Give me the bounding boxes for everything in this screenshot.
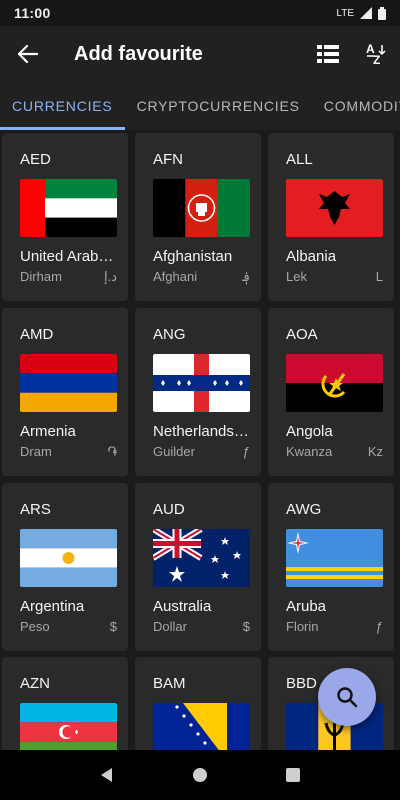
currency-code: ALL (286, 151, 313, 168)
flag-afghanistan (153, 179, 250, 237)
flag-argentina (20, 529, 117, 587)
flag-aruba (286, 529, 383, 587)
currency-name: Dram (20, 444, 52, 459)
currency-symbol: $ (242, 619, 250, 634)
flag-armenia (20, 354, 117, 412)
status-bar: 11:00 LTE (0, 0, 400, 26)
country-name: Afghanistan (153, 248, 233, 265)
battery-icon (378, 6, 386, 20)
currency-grid: AED United Arab Emirates Dirham د.إ AFN (0, 130, 400, 750)
currency-name: Dirham (20, 269, 62, 284)
currency-symbol: ؋ (242, 269, 250, 284)
currency-card-ars[interactable]: ARS Argentina Peso $ (2, 483, 128, 651)
page-title: Add favourite (74, 42, 203, 65)
currency-card-azn[interactable]: AZN (2, 657, 128, 750)
list-view-icon (317, 45, 339, 63)
country-name: Argentina (20, 598, 85, 615)
currency-card-all[interactable]: ALL Albania Lek L (268, 133, 394, 301)
currency-name: Guilder (153, 444, 195, 459)
currency-code: BAM (153, 675, 186, 692)
flag-angola (286, 354, 383, 412)
currency-name: Kwanza (286, 444, 333, 459)
signal-icon (360, 7, 372, 19)
tab-bar: CURRENCIES CRYPTOCURRENCIES COMMODITIES (0, 82, 400, 130)
currency-code: AOA (286, 326, 318, 343)
country-name: Aruba (286, 598, 327, 615)
status-time: 11:00 (14, 5, 51, 21)
currency-name: Afghani (153, 269, 198, 284)
currency-code: AUD (153, 501, 185, 518)
nav-recents-icon[interactable] (285, 767, 301, 783)
nav-home-icon[interactable] (192, 767, 208, 783)
search-button[interactable] (318, 668, 376, 726)
currency-card-amd[interactable]: AMD Armenia Dram ֏ (2, 308, 128, 476)
country-name: Netherlands Antilles (153, 423, 250, 440)
sort-button[interactable]: A Z (352, 26, 400, 82)
currency-name: Dollar (153, 619, 187, 634)
flag-netherlands-antilles (153, 354, 250, 412)
currency-card-awg[interactable]: AWG Aruba Florin ƒ (268, 483, 394, 651)
flag-azerbaijan (20, 703, 117, 750)
currency-card-afn[interactable]: AFN Afghanistan Afghani ؋ (135, 133, 261, 301)
currency-name: Lek (286, 269, 307, 284)
currency-code: AED (20, 151, 51, 168)
search-icon (337, 687, 358, 708)
currency-code: AMD (20, 326, 54, 343)
currency-symbol: $ (109, 619, 117, 634)
currency-symbol: L (375, 269, 383, 284)
currency-card-aoa[interactable]: AOA Angola Kwanza Kz (268, 308, 394, 476)
flag-bosnia (153, 703, 250, 750)
flag-australia (153, 529, 250, 587)
sort-az-icon: A Z (366, 42, 386, 66)
currency-code: ANG (153, 326, 186, 343)
currency-name: Peso (20, 619, 50, 634)
currency-code: AWG (286, 501, 322, 518)
currency-card-ang[interactable]: ANG Netherlands Antilles Guilder ƒ (135, 308, 261, 476)
country-name: Albania (286, 248, 337, 265)
currency-symbol: د.إ (103, 269, 117, 284)
currency-symbol: Kz (367, 444, 383, 459)
flag-albania (286, 179, 383, 237)
network-label: LTE (336, 7, 354, 19)
app-bar: Add favourite A Z (0, 26, 400, 82)
currency-card-aud[interactable]: AUD Australia Dollar $ (135, 483, 261, 651)
arrow-back-icon (18, 45, 38, 63)
currency-symbol: ƒ (242, 444, 250, 459)
currency-card-aed[interactable]: AED United Arab Emirates Dirham د.إ (2, 133, 128, 301)
country-name: Australia (153, 598, 212, 615)
nav-back-icon[interactable] (99, 767, 115, 783)
country-name: Armenia (20, 423, 76, 440)
tab-cryptocurrencies[interactable]: CRYPTOCURRENCIES (125, 82, 312, 130)
back-button[interactable] (0, 26, 56, 82)
currency-symbol: ƒ (375, 619, 383, 634)
tab-currencies[interactable]: CURRENCIES (0, 82, 125, 130)
country-name: United Arab Emirates (20, 248, 117, 265)
system-nav-bar (0, 750, 400, 800)
svg-text:Z: Z (373, 53, 380, 66)
flag-uae (20, 179, 117, 237)
currency-card-bam[interactable]: BAM (135, 657, 261, 750)
currency-code: AFN (153, 151, 183, 168)
currency-code: ARS (20, 501, 51, 518)
tab-commodities[interactable]: COMMODITIES (312, 82, 400, 130)
currency-name: Florin (286, 619, 319, 634)
currency-code: AZN (20, 675, 50, 692)
status-icons: LTE (336, 6, 386, 20)
country-name: Angola (286, 423, 333, 440)
view-toggle-button[interactable] (304, 26, 352, 82)
currency-symbol: ֏ (107, 444, 117, 459)
